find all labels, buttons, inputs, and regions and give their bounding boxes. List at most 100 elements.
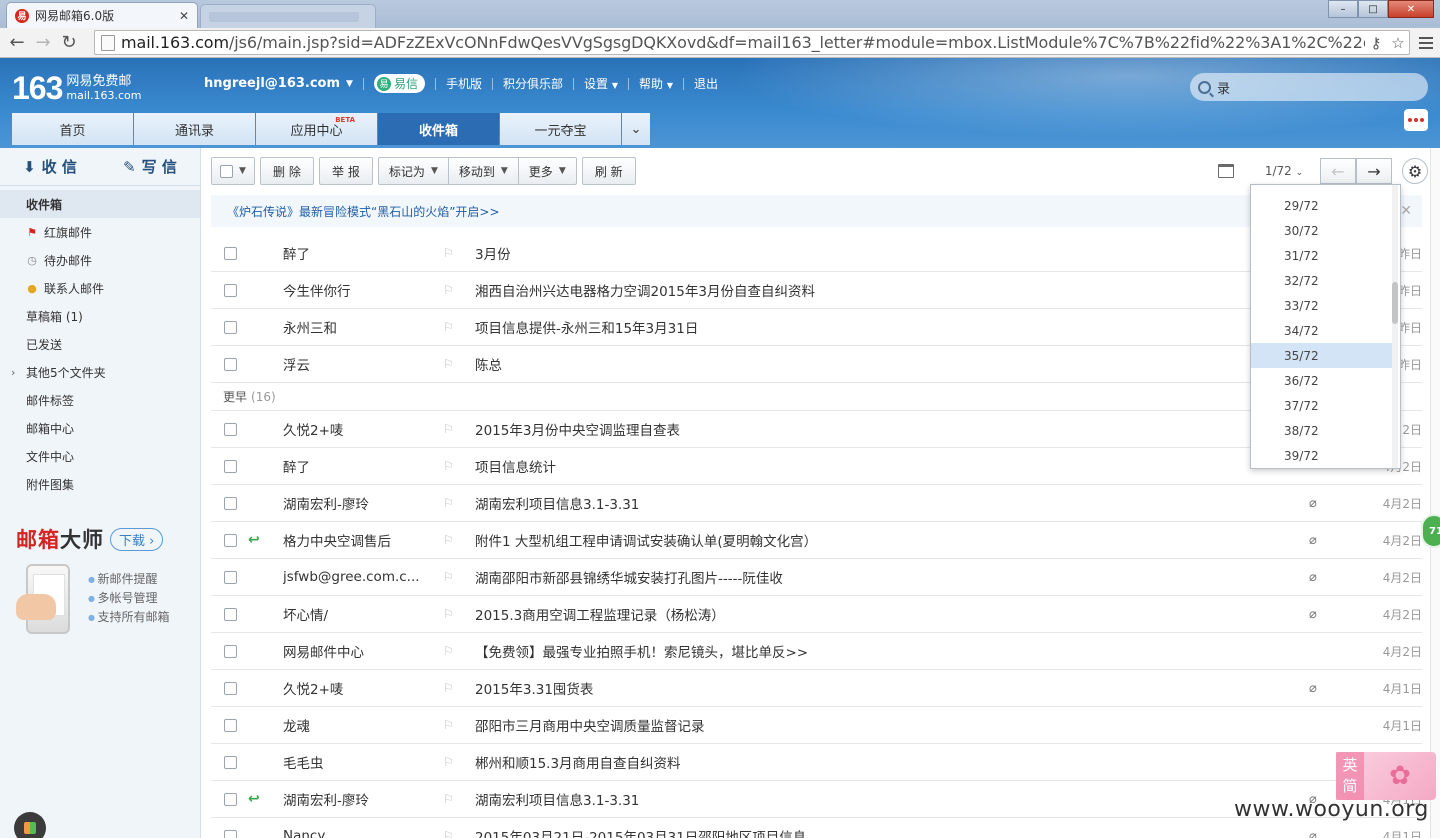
- page-dropdown[interactable]: 29/72 30/72 31/72 32/72 33/72 34/72 35/72 36/72…: [1250, 184, 1401, 469]
- mail-row[interactable]: 久悦2+唛 ⚐ 2015年3月份中央空调监理自查表 4月2日: [211, 411, 1422, 448]
- sender[interactable]: Nancy: [283, 828, 423, 838]
- search-value[interactable]: 录: [1217, 78, 1230, 97]
- mark-as-button[interactable]: 标记为 ▼: [377, 157, 449, 185]
- sender[interactable]: 久悦2+唛: [283, 678, 423, 698]
- flag-icon[interactable]: ⚐: [443, 496, 454, 510]
- prev-page-button[interactable]: ←: [1320, 158, 1356, 184]
- subject[interactable]: 2015年03月21日-2015年03月31日邵阳地区项目信息: [475, 826, 1295, 838]
- chevron-down-icon[interactable]: ▼: [239, 166, 246, 176]
- mobile-link[interactable]: 手机版: [446, 75, 482, 92]
- compose-button[interactable]: ✎ 写 信: [100, 148, 200, 185]
- flag-icon[interactable]: ⚐: [443, 533, 454, 547]
- tab-home[interactable]: 首页: [12, 113, 133, 145]
- mail-row[interactable]: 永州三和 ⚐ 项目信息提供-永州三和15年3月31日 昨日: [211, 309, 1422, 346]
- search-input[interactable]: 录: [1190, 73, 1428, 101]
- mail-row[interactable]: 网易邮件中心 ⚐ 【免费领】最强专业拍照手机！索尼镜头，堪比单反>> 4月2日: [211, 633, 1422, 670]
- row-checkbox[interactable]: [224, 496, 237, 510]
- tab-inbox[interactable]: 收件箱: [378, 113, 499, 145]
- subject[interactable]: 3月份: [475, 243, 1295, 263]
- subject[interactable]: 【免费领】最强专业拍照手机！索尼镜头，堪比单反>>: [475, 641, 1295, 661]
- flag-icon[interactable]: ⚐: [443, 644, 454, 658]
- settings-link[interactable]: 设置 ▼: [584, 75, 618, 92]
- more-tabs-chevron-icon[interactable]: ⌄: [622, 113, 650, 145]
- reload-icon[interactable]: ↻: [56, 30, 82, 56]
- report-button[interactable]: 举 报: [318, 157, 373, 185]
- page-option[interactable]: 39/72: [1251, 443, 1393, 468]
- flag-icon[interactable]: ⚐: [443, 422, 454, 436]
- yixin-link[interactable]: 易易信: [373, 74, 425, 93]
- sender[interactable]: 湖南宏利-廖玲: [283, 789, 423, 809]
- notice-banner[interactable]: 《炉石传说》最新冒险模式“黑石山的火焰”开启>> ✕: [211, 195, 1422, 227]
- floating-count-badge[interactable]: 71: [1421, 514, 1440, 548]
- ime-english-toggle[interactable]: 英: [1342, 755, 1357, 776]
- subject[interactable]: 湖南宏利项目信息3.1-3.31: [475, 789, 1295, 809]
- browser-tab-active[interactable]: 易 网易邮箱6.0版 ✕: [6, 2, 198, 28]
- tab-app-center[interactable]: 应用中心 BETA: [256, 113, 377, 145]
- subject[interactable]: 项目信息统计: [475, 456, 1295, 476]
- logo[interactable]: 163 网易免费邮 mail.163.com: [12, 70, 141, 107]
- row-checkbox[interactable]: [224, 755, 237, 769]
- sender[interactable]: 今生伴你行: [283, 280, 423, 300]
- page-option[interactable]: 30/72: [1251, 218, 1393, 243]
- sidebar-item-mail-tags[interactable]: 邮件标签: [0, 386, 200, 414]
- subject[interactable]: 2015年3月份中央空调监理自查表: [475, 419, 1295, 439]
- row-checkbox[interactable]: [224, 283, 237, 297]
- mail-row[interactable]: 龙魂 ⚐ 邵阳市三月商用中央空调质量监督记录 4月1日: [211, 707, 1422, 744]
- sidebar-item-drafts[interactable]: 草稿箱 (1): [0, 302, 200, 330]
- flag-icon[interactable]: ⚐: [443, 246, 454, 260]
- promo-download-button[interactable]: 下载 ›: [110, 527, 164, 551]
- row-checkbox[interactable]: [224, 246, 237, 260]
- subject[interactable]: 2015年3.31囤货表: [475, 678, 1295, 698]
- flag-icon[interactable]: ⚐: [443, 320, 454, 334]
- sender[interactable]: 醉了: [283, 243, 423, 263]
- sender[interactable]: 湖南宏利-廖玲: [283, 493, 423, 513]
- sidebar-item-other-folders[interactable]: › 其他5个文件夹: [0, 358, 200, 386]
- notice-text[interactable]: 《炉石传说》最新冒险模式“黑石山的火焰”开启>>: [227, 203, 500, 220]
- subject[interactable]: 郴州和顺15.3月商用自查自纠资料: [475, 752, 1295, 772]
- mail-row[interactable]: 久悦2+唛 ⚐ 2015年3.31囤货表 ⌀ 4月1日: [211, 670, 1422, 707]
- select-all-checkbox[interactable]: ▼: [211, 157, 255, 185]
- flag-icon[interactable]: ⚐: [443, 459, 454, 473]
- page-option[interactable]: 34/72: [1251, 318, 1393, 343]
- group-header-earlier[interactable]: 更早 (16): [211, 383, 1422, 411]
- flag-icon[interactable]: ⚐: [443, 607, 454, 621]
- row-checkbox[interactable]: [224, 422, 237, 436]
- checkbox-icon[interactable]: [220, 164, 233, 178]
- page-option[interactable]: 35/72: [1251, 343, 1393, 368]
- mail-row[interactable]: 今生伴你行 ⚐ 湘西自治州兴达电器格力空调2015年3月份自查自纠资料 昨日: [211, 272, 1422, 309]
- app-launcher-icon[interactable]: [14, 812, 46, 838]
- mail-row[interactable]: 坏心情/ ⚐ 2015.3商用空调工程监理记录（杨松涛） ⌀ 4月2日: [211, 596, 1422, 633]
- chevron-down-icon[interactable]: ▼: [346, 79, 353, 89]
- url-text[interactable]: mail.163.com/js6/main.jsp?sid=ADFzZExVcO…: [121, 33, 1365, 52]
- more-menu-icon[interactable]: [1404, 109, 1428, 131]
- mail-row[interactable]: 醉了 ⚐ 项目信息统计 4月2日: [211, 448, 1422, 485]
- sidebar-item-todo[interactable]: ◷ 待办邮件: [0, 246, 200, 274]
- row-checkbox[interactable]: [224, 357, 237, 371]
- row-checkbox[interactable]: [224, 829, 237, 838]
- tab-close-icon[interactable]: ✕: [179, 9, 189, 23]
- sender[interactable]: 格力中央空调售后: [283, 530, 423, 550]
- next-page-button[interactable]: →: [1356, 158, 1392, 184]
- sender[interactable]: 永州三和: [283, 317, 423, 337]
- page-option[interactable]: 29/72: [1251, 193, 1393, 218]
- sidebar-item-mail-center[interactable]: 邮箱中心: [0, 414, 200, 442]
- page-option[interactable]: 38/72: [1251, 418, 1393, 443]
- dropdown-scrollbar[interactable]: [1392, 185, 1398, 468]
- flag-icon[interactable]: ⚐: [443, 755, 454, 769]
- sidebar-item-flagged[interactable]: ⚑ 红旗邮件: [0, 218, 200, 246]
- close-icon[interactable]: ✕: [1400, 203, 1412, 219]
- mailbox-master-promo[interactable]: 邮箱大师 下载 › 新邮件提醒 多帐号管理 支持所有邮箱: [16, 524, 196, 644]
- sidebar-item-contact-mail[interactable]: ● 联系人邮件: [0, 274, 200, 302]
- back-arrow-icon[interactable]: ←: [4, 30, 30, 56]
- points-club-link[interactable]: 积分俱乐部: [503, 75, 563, 92]
- sidebar-item-attachments[interactable]: 附件图集: [0, 470, 200, 498]
- flag-icon[interactable]: ⚐: [443, 681, 454, 695]
- address-bar[interactable]: mail.163.com/js6/main.jsp?sid=ADFzZExVcO…: [94, 30, 1410, 55]
- flag-icon[interactable]: ⚐: [443, 570, 454, 584]
- refresh-button[interactable]: 刷 新: [581, 157, 636, 185]
- sidebar-item-inbox[interactable]: 收件箱: [0, 190, 200, 218]
- chevron-right-icon[interactable]: ›: [11, 366, 15, 379]
- subject[interactable]: 陈总: [475, 354, 1295, 374]
- page-select[interactable]: 1/72 ⌄: [1252, 164, 1316, 178]
- tab-yiyuan-duobao[interactable]: 一元夺宝: [500, 113, 621, 145]
